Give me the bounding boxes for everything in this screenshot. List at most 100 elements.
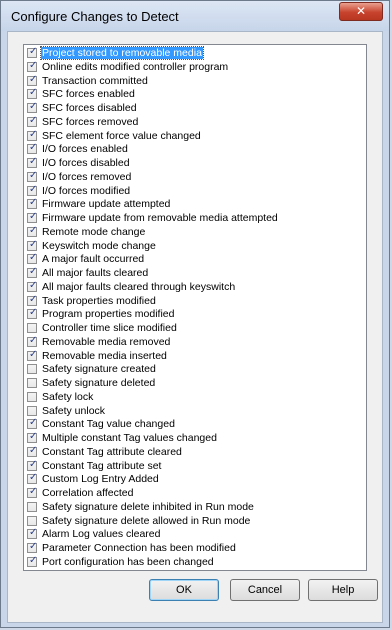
list-item[interactable]: ✓ Custom Log Entry Added [25,472,365,486]
list-item-label: Remote mode change [42,225,146,238]
list-item[interactable]: ✓ Firmware update attempted [25,197,365,211]
checkbox-checked[interactable]: ✓ [27,156,37,168]
list-item-label: All major faults cleared through keyswit… [42,280,236,293]
list-item[interactable]: ✓ Constant Tag attribute set [25,459,365,473]
checkmark-icon: ✓ [29,486,38,497]
checkbox-checked[interactable]: ✓ [27,142,37,155]
list-item[interactable]: ✓ All major faults cleared through keyswi… [25,279,365,294]
list-item[interactable]: ✓ I/O forces removed [25,170,365,184]
checkbox-checked[interactable]: ✓ [27,307,37,320]
checkmark-icon: ✓ [29,114,38,126]
list-item[interactable]: ✓ I/O forces modified [25,184,365,198]
list-item[interactable]: Safety unlock [25,405,365,418]
list-item[interactable]: ✓ Remote mode change [25,225,365,239]
checkbox-checked[interactable]: ✓ [27,279,38,292]
list-item[interactable]: ✓ SFC forces disabled [25,101,365,115]
checkbox-checked[interactable]: ✓ [27,472,37,485]
list-item[interactable]: ✓ Firmware update from removable media at… [25,211,365,225]
list-item[interactable]: ✓ Removable media removed [25,335,365,349]
list-item[interactable]: ✓ Constant Tag attribute cleared [25,445,365,459]
checkmark-icon: ✓ [29,128,38,140]
checkbox-checked[interactable]: ✓ [27,197,38,210]
list-item[interactable]: Controller time slice modified [25,322,365,335]
list-item[interactable]: ✓ All major faults cleared [25,266,365,280]
list-item[interactable]: ✓ Parameter Connection has been modified [25,541,365,555]
list-item[interactable]: Safety signature delete inhibited in Run… [25,500,365,514]
list-item-label: Transaction committed [42,74,148,87]
checkbox-checked[interactable]: ✓ [27,445,37,457]
list-item-label: Online edits modified controller program [42,60,229,73]
checkbox-checked[interactable]: ✓ [27,225,37,237]
checkbox-checked[interactable]: ✓ [27,486,38,498]
list-item-label: SFC element force value changed [42,129,201,142]
checkbox-checked[interactable]: ✓ [27,170,37,182]
help-button[interactable]: Help [308,579,378,601]
checkbox-checked[interactable]: ✓ [27,555,37,567]
checkbox-unchecked[interactable] [27,391,37,402]
checkbox-checked[interactable]: ✓ [27,101,37,113]
list-item[interactable]: ✓ SFC forces removed [25,114,365,129]
checkbox-checked[interactable]: ✓ [27,266,37,278]
checkbox-checked[interactable]: ✓ [27,239,37,251]
checkbox-checked[interactable]: ✓ [27,541,37,553]
list-item[interactable]: ✓ Task properties modified [25,294,365,308]
checkbox-unchecked[interactable] [27,364,37,375]
checkbox-checked[interactable]: ✓ [27,74,37,86]
checkbox-checked[interactable]: ✓ [27,431,38,443]
checkbox-checked[interactable]: ✓ [27,128,38,141]
list-item-label: Alarm Log values cleared [42,528,161,541]
list-item[interactable]: ✓ A major fault occurred [25,252,365,266]
checkbox-checked[interactable]: ✓ [27,184,37,196]
checkmark-icon: ✓ [29,279,38,291]
list-item[interactable]: ✓ Multiple constant Tag values changed [25,431,365,445]
list-item[interactable]: ✓ Constant Tag value changed [25,417,365,431]
checkbox-checked[interactable]: ✓ [27,417,37,430]
list-item-label: SFC forces enabled [42,88,135,101]
checkbox-unchecked[interactable] [27,515,37,526]
checkmark-icon: ✓ [29,211,38,222]
list-item[interactable]: ✓ Removable media inserted [25,349,365,363]
checkbox-checked[interactable]: ✓ [27,114,38,127]
checkbox-checked[interactable]: ✓ [27,527,38,540]
list-item[interactable]: ✓ Port configuration has been changed [25,555,365,569]
checkbox-checked[interactable]: ✓ [27,252,37,265]
list-item[interactable]: ✓ Transaction committed [25,74,365,88]
list-item[interactable]: Safety signature deleted [25,377,365,390]
checkbox-checked[interactable]: ✓ [27,46,37,58]
checkbox-checked[interactable]: ✓ [27,60,37,72]
ok-button[interactable]: OK [149,579,219,601]
list-item[interactable]: ✓ SFC element force value changed [25,128,365,143]
list-item[interactable]: Safety signature delete allowed in Run m… [25,515,365,528]
checkmark-icon: ✓ [29,527,38,539]
list-item-label: I/O forces modified [42,184,131,197]
changes-checklist[interactable]: ✓ Project stored to removable media ✓ Onlin… [23,44,367,571]
checkmark-icon: ✓ [29,197,38,209]
dialog-body: ✓ Project stored to removable media ✓ Onlin… [7,31,383,623]
checkbox-checked[interactable]: ✓ [27,294,37,306]
list-item[interactable]: ✓ SFC forces enabled [25,87,365,101]
list-item[interactable]: ✓ Correlation affected [25,486,365,500]
checkbox-checked[interactable]: ✓ [27,211,38,223]
close-button[interactable]: ✕ [339,2,383,21]
list-item[interactable]: ✓ Alarm Log values cleared [25,527,365,541]
checkbox-checked[interactable]: ✓ [27,459,37,471]
list-item[interactable]: ✓ I/O forces enabled [25,142,365,156]
cancel-button[interactable]: Cancel [230,579,300,601]
list-item-label: Safety signature delete inhibited in Run… [42,500,254,513]
list-item[interactable]: ✓ Online edits modified controller progra… [25,60,365,74]
checkbox-checked[interactable]: ✓ [27,335,37,347]
checkbox-unchecked[interactable] [27,501,37,512]
checkbox-checked[interactable]: ✓ [27,349,37,361]
list-item-label: Firmware update from removable media att… [42,212,278,224]
list-item[interactable]: Safety signature created [25,363,365,376]
list-item[interactable]: ✓ Program properties modified [25,307,365,321]
list-item[interactable]: ✓ Keyswitch mode change [25,239,365,253]
list-item[interactable]: Safety lock [25,391,365,404]
list-item[interactable]: ✓ Project stored to removable media [25,46,365,60]
list-item[interactable]: ✓ I/O forces disabled [25,156,365,170]
checkbox-unchecked[interactable] [27,405,37,416]
checkbox-unchecked[interactable] [27,378,37,388]
checkmark-icon: ✓ [29,431,38,442]
checkbox-unchecked[interactable] [27,323,37,333]
checkbox-checked[interactable]: ✓ [27,87,37,100]
